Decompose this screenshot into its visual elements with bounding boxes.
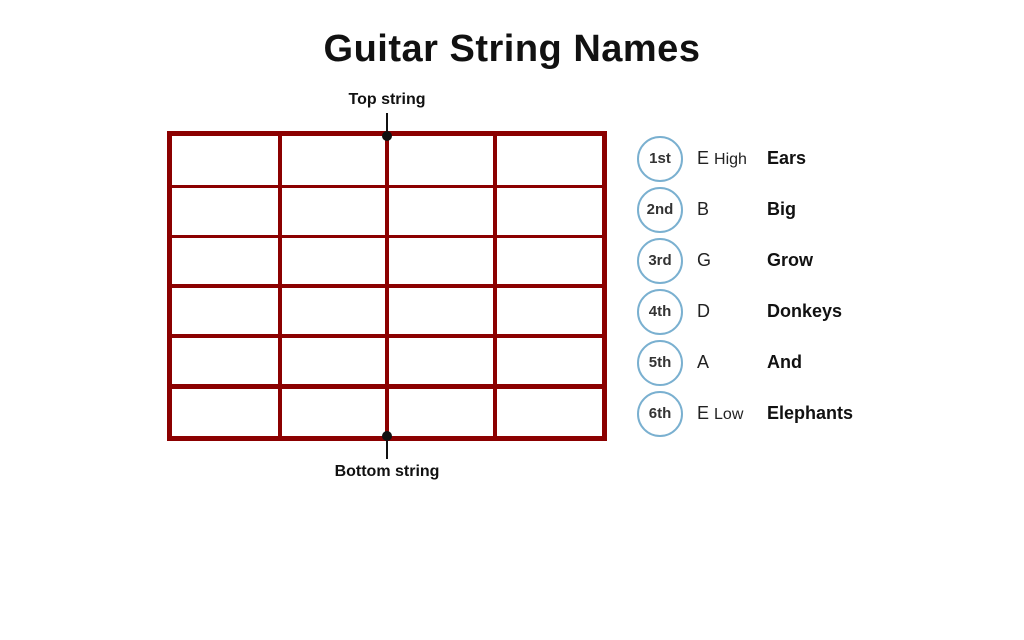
string-badge-1: 1st xyxy=(637,136,683,182)
string-mnemonic-3: Grow xyxy=(767,250,857,271)
string-note-3: G xyxy=(697,250,767,271)
bottom-connector-line xyxy=(386,441,388,459)
string-note-5: A xyxy=(697,352,767,373)
string-row-6: 6th E LowElephants xyxy=(637,388,857,439)
string-note-6: E Low xyxy=(697,403,767,424)
main-content: Top string Bottom string 1st E HighEars 2n… xyxy=(0,91,1024,481)
string-badge-5: 5th xyxy=(637,340,683,386)
string-mnemonic-6: Elephants xyxy=(767,403,857,424)
string-badge-4: 4th xyxy=(637,289,683,335)
string-line-3 xyxy=(167,284,607,288)
string-mnemonic-1: Ears xyxy=(767,148,857,169)
string-row-5: 5th AAnd xyxy=(637,337,857,388)
string-row-2: 2nd BBig xyxy=(637,184,857,235)
fretboard-wrapper xyxy=(167,131,607,441)
top-connector-line xyxy=(386,113,388,131)
string-badge-2: 2nd xyxy=(637,187,683,233)
string-line-4 xyxy=(167,334,607,338)
bottom-string-label: Bottom string xyxy=(335,463,440,481)
page-title: Guitar String Names xyxy=(324,28,701,71)
string-badge-6: 6th xyxy=(637,391,683,437)
string-row-3: 3rd GGrow xyxy=(637,235,857,286)
string-badge-3: 3rd xyxy=(637,238,683,284)
string-row-1: 1st E HighEars xyxy=(637,133,857,184)
string-line-2 xyxy=(167,235,607,238)
bottom-label-area: Bottom string xyxy=(335,441,440,481)
string-note-1: E High xyxy=(697,148,767,169)
string-note-4: D xyxy=(697,301,767,322)
string-line-1 xyxy=(167,185,607,188)
top-label-area: Top string xyxy=(348,91,425,131)
top-string-label: Top string xyxy=(348,91,425,109)
fretboard-area: Top string Bottom string xyxy=(167,91,607,481)
string-mnemonic-2: Big xyxy=(767,199,857,220)
string-mnemonic-4: Donkeys xyxy=(767,301,857,322)
top-string-dot xyxy=(382,131,392,141)
string-note-2: B xyxy=(697,199,767,220)
string-row-4: 4th DDonkeys xyxy=(637,286,857,337)
fretboard xyxy=(167,131,607,441)
string-info-panel: 1st E HighEars 2nd BBig 3rd GGrow 4th DDonkeys 5… xyxy=(637,133,857,439)
string-line-5 xyxy=(167,384,607,389)
string-mnemonic-5: And xyxy=(767,352,857,373)
bottom-string-dot xyxy=(382,431,392,441)
